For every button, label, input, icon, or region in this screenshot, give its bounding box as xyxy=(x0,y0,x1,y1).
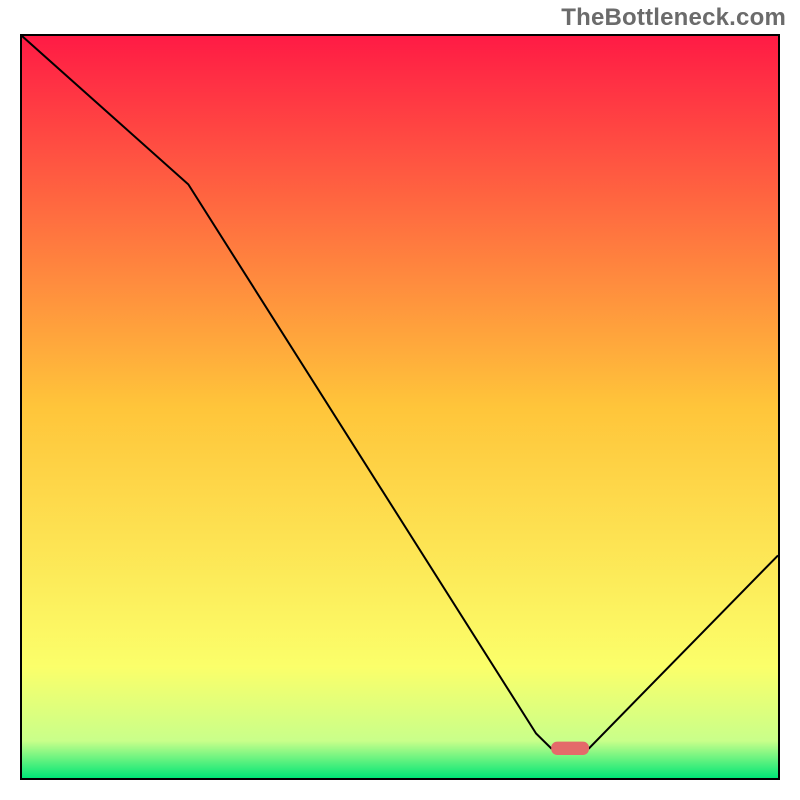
background-rect xyxy=(22,36,778,778)
watermark-text: TheBottleneck.com xyxy=(561,4,786,32)
plot-area xyxy=(20,34,780,780)
chart-svg xyxy=(22,36,778,778)
container: TheBottleneck.com xyxy=(0,0,800,800)
optimal-range-highlight xyxy=(551,742,589,755)
